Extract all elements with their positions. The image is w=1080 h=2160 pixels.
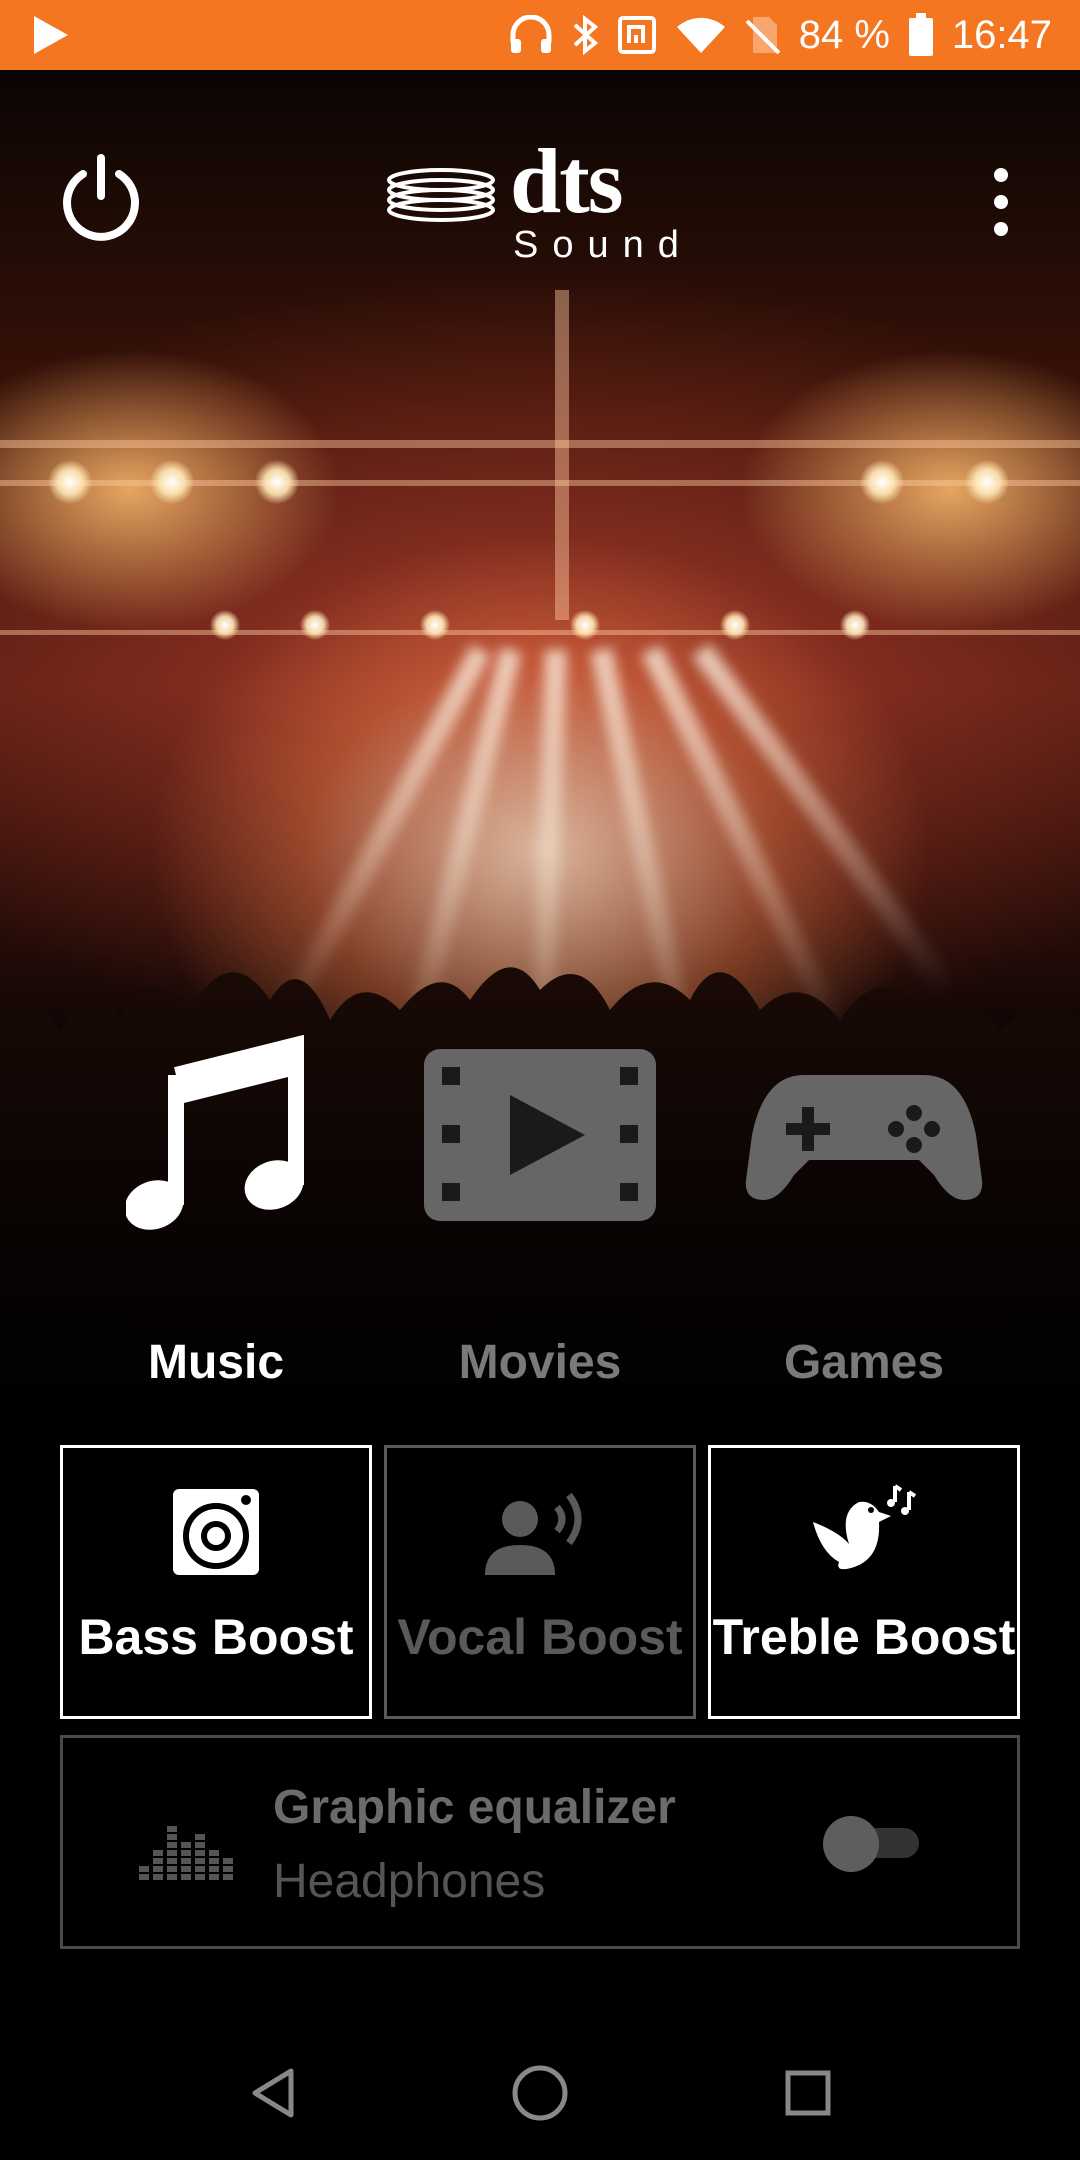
wifi-icon [675,15,727,55]
equalizer-toggle[interactable] [823,1816,923,1872]
navigation-bar [0,2030,1080,2160]
equalizer-icon [139,1802,243,1887]
battery-icon [908,13,934,57]
equalizer-title: Graphic equalizer [273,1781,676,1834]
mode-label-music: Music [147,1336,285,1389]
vocal-boost-label: Vocal Boost [397,1609,683,1665]
logo-word: dts [510,130,624,232]
logo-sub: Sound [513,224,693,266]
equalizer-subtitle: Headphones [273,1855,546,1908]
battery-percent: 84 % [798,12,890,57]
mode-movies[interactable]: Movies [380,1030,700,1390]
mode-games[interactable]: Games [704,1030,1024,1390]
speaker-icon [63,1448,369,1598]
mode-label-movies: Movies [458,1336,622,1389]
headphones-icon [509,15,553,55]
treble-boost-label: Treble Boost [712,1609,1016,1665]
voice-icon [387,1448,693,1598]
bluetooth-icon [571,15,599,55]
mode-music[interactable]: Music [56,1030,376,1390]
status-bar: 84 % 16:47 [0,0,1080,70]
power-button[interactable] [56,152,146,242]
clock: 16:47 [951,12,1052,57]
gamepad-icon [704,1030,1024,1240]
no-sim-icon [745,15,781,55]
vocal-boost-button[interactable]: Vocal Boost [384,1445,696,1719]
nfc-icon [617,15,657,55]
home-icon[interactable] [510,2063,570,2128]
bass-boost-label: Bass Boost [78,1609,354,1665]
film-play-icon [380,1030,700,1240]
more-vertical-icon[interactable] [990,168,1012,238]
graphic-equalizer-row[interactable]: Graphic equalizer Headphones [60,1735,1020,1949]
music-note-icon [56,1030,376,1240]
recents-icon[interactable] [783,2068,833,2123]
back-icon[interactable] [247,2065,297,2126]
dts-logo: dts Sound [385,130,695,268]
treble-boost-button[interactable]: Treble Boost [708,1445,1020,1719]
bird-icon [711,1448,1017,1598]
bass-boost-button[interactable]: Bass Boost [60,1445,372,1719]
play-icon [34,16,68,54]
mode-label-games: Games [783,1336,945,1389]
